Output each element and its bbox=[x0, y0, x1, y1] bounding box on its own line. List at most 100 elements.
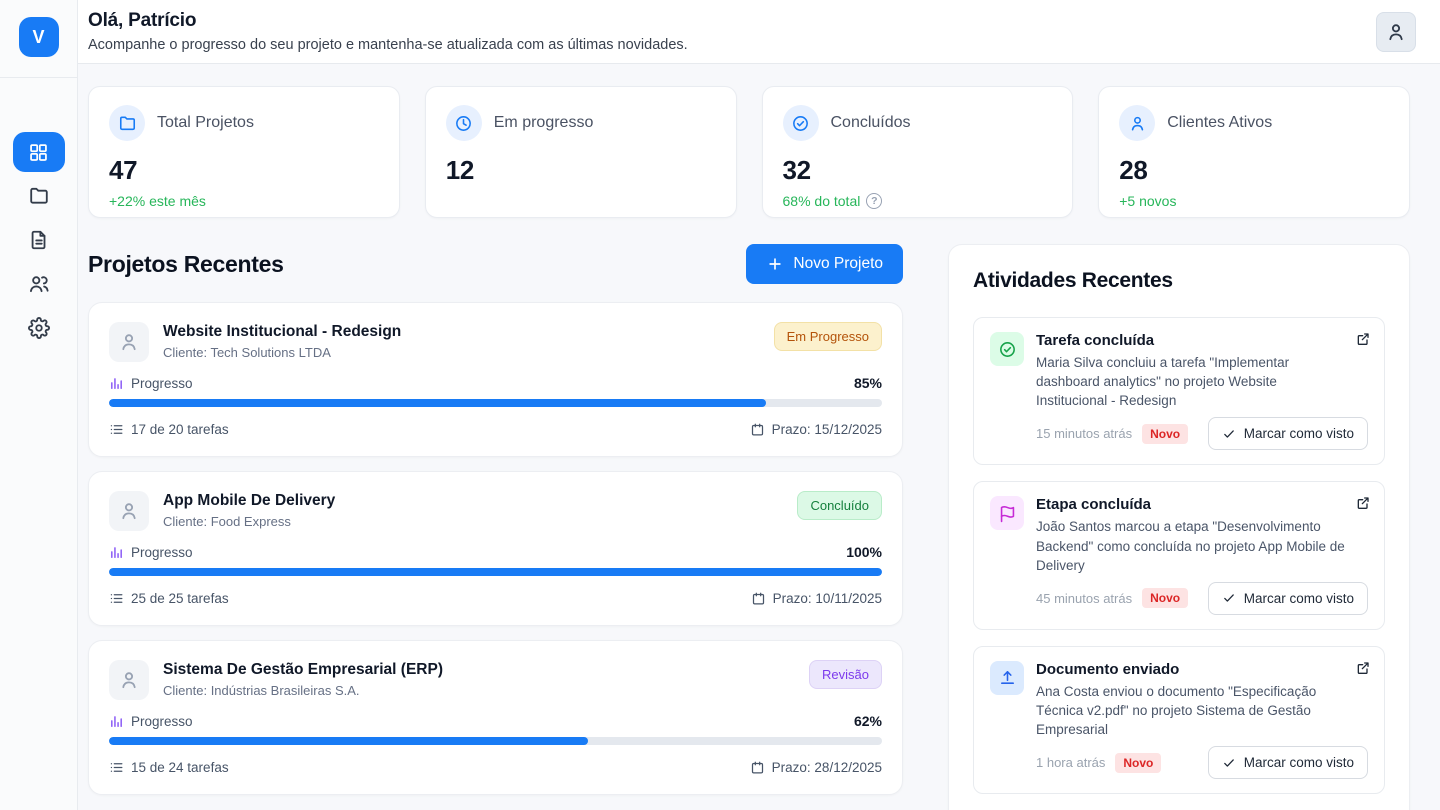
progress-label: Progresso bbox=[131, 714, 193, 729]
external-link-icon[interactable] bbox=[1355, 660, 1371, 676]
user-icon bbox=[118, 669, 140, 691]
calendar-icon bbox=[751, 591, 766, 606]
sidebar-item-clients[interactable] bbox=[13, 264, 65, 304]
projects-section: Projetos Recentes Novo Projeto Website I… bbox=[88, 244, 903, 809]
project-title: App Mobile De Delivery bbox=[163, 492, 783, 510]
project-card[interactable]: Sistema De Gestão Empresarial (ERP) Clie… bbox=[88, 640, 903, 795]
project-avatar bbox=[109, 660, 149, 700]
page-header: Olá, Patrício Acompanhe o progresso do s… bbox=[78, 0, 1440, 64]
user-icon bbox=[1385, 21, 1407, 43]
sidebar: V bbox=[0, 0, 78, 810]
activity-title: Tarefa concluída bbox=[1036, 332, 1368, 349]
folder-icon bbox=[109, 105, 145, 141]
greeting-title: Olá, Patrício bbox=[88, 10, 1416, 32]
stat-card-total-projects: Total Projetos 47 +22% este mês bbox=[88, 86, 400, 218]
activity-time: 15 minutos atrás bbox=[1036, 426, 1132, 441]
status-badge: Concluído bbox=[797, 491, 882, 520]
status-badge: Revisão bbox=[809, 660, 882, 689]
progress-label: Progresso bbox=[131, 545, 193, 560]
list-icon bbox=[109, 591, 124, 606]
stat-label: Total Projetos bbox=[157, 114, 254, 132]
tasks-count: 25 de 25 tarefas bbox=[131, 591, 229, 606]
activity-time: 45 minutos atrás bbox=[1036, 591, 1132, 606]
progress-label: Progresso bbox=[131, 376, 193, 391]
external-link-icon[interactable] bbox=[1355, 331, 1371, 347]
bar-chart-icon bbox=[109, 376, 124, 391]
new-project-button-label: Novo Projeto bbox=[793, 255, 883, 273]
sidebar-nav bbox=[0, 78, 77, 348]
activity-title: Etapa concluída bbox=[1036, 496, 1368, 513]
calendar-icon bbox=[750, 422, 765, 437]
list-icon bbox=[109, 422, 124, 437]
project-avatar bbox=[109, 491, 149, 531]
user-icon bbox=[118, 500, 140, 522]
activity-title: Documento enviado bbox=[1036, 661, 1368, 678]
new-project-button[interactable]: Novo Projeto bbox=[746, 244, 903, 284]
stat-card-in-progress: Em progresso 12 bbox=[425, 86, 737, 218]
project-card[interactable]: App Mobile De Delivery Cliente: Food Exp… bbox=[88, 471, 903, 626]
sidebar-logo-area: V bbox=[0, 0, 77, 78]
clock-icon bbox=[446, 105, 482, 141]
list-icon bbox=[109, 760, 124, 775]
plus-icon bbox=[766, 255, 784, 273]
grid-icon bbox=[28, 142, 49, 163]
project-client: Cliente: Food Express bbox=[163, 514, 783, 529]
mark-seen-button[interactable]: Marcar como visto bbox=[1208, 417, 1368, 450]
flag-icon bbox=[990, 496, 1024, 530]
user-avatar-button[interactable] bbox=[1376, 12, 1416, 52]
user-icon bbox=[118, 331, 140, 353]
status-badge: Em Progresso bbox=[774, 322, 882, 351]
new-badge: Novo bbox=[1115, 753, 1161, 773]
external-link-icon[interactable] bbox=[1355, 495, 1371, 511]
stat-card-active-clients: Clientes Ativos 28 +5 novos bbox=[1098, 86, 1410, 218]
check-icon bbox=[1222, 427, 1236, 441]
main-content: Total Projetos 47 +22% este mês Em progr… bbox=[78, 0, 1440, 810]
project-title: Sistema De Gestão Empresarial (ERP) bbox=[163, 661, 795, 679]
document-icon bbox=[28, 229, 50, 251]
greeting-subtitle: Acompanhe o progresso do seu projeto e m… bbox=[88, 37, 1416, 53]
progress-bar bbox=[109, 737, 882, 745]
folder-icon bbox=[28, 185, 50, 207]
check-icon bbox=[1222, 756, 1236, 770]
progress-bar bbox=[109, 568, 882, 576]
check-circle-icon bbox=[783, 105, 819, 141]
progress-percent: 62% bbox=[854, 713, 882, 729]
mark-seen-label: Marcar como visto bbox=[1244, 591, 1354, 606]
check-icon bbox=[1222, 591, 1236, 605]
sidebar-item-documents[interactable] bbox=[13, 220, 65, 260]
mark-seen-button[interactable]: Marcar como visto bbox=[1208, 582, 1368, 615]
stat-value: 12 bbox=[446, 155, 716, 186]
mark-seen-button[interactable]: Marcar como visto bbox=[1208, 746, 1368, 779]
activity-description: Ana Costa enviou o documento "Especifica… bbox=[1036, 682, 1368, 739]
stats-row: Total Projetos 47 +22% este mês Em progr… bbox=[88, 86, 1410, 218]
users-icon bbox=[28, 273, 50, 295]
project-avatar bbox=[109, 322, 149, 362]
mark-seen-label: Marcar como visto bbox=[1244, 426, 1354, 441]
help-icon[interactable]: ? bbox=[866, 193, 882, 209]
recent-activities-panel: Atividades Recentes Tarefa concluída Mar… bbox=[948, 244, 1410, 810]
activity-item: Documento enviado Ana Costa enviou o doc… bbox=[973, 646, 1385, 794]
progress-bar bbox=[109, 399, 882, 407]
stat-value: 28 bbox=[1119, 155, 1389, 186]
stat-label: Concluídos bbox=[831, 114, 911, 132]
stat-subtext-label: 68% do total bbox=[783, 193, 861, 209]
progress-percent: 100% bbox=[846, 544, 882, 560]
bar-chart-icon bbox=[109, 545, 124, 560]
sidebar-item-projects[interactable] bbox=[13, 176, 65, 216]
project-card[interactable]: Website Institucional - Redesign Cliente… bbox=[88, 302, 903, 457]
activity-time: 1 hora atrás bbox=[1036, 755, 1105, 770]
new-badge: Novo bbox=[1142, 588, 1188, 608]
progress-percent: 85% bbox=[854, 375, 882, 391]
stat-subtext: +5 novos bbox=[1119, 193, 1389, 209]
deadline: Prazo: 10/11/2025 bbox=[773, 591, 882, 606]
sidebar-item-settings[interactable] bbox=[13, 308, 65, 348]
check-circle-icon bbox=[990, 332, 1024, 366]
sidebar-item-dashboard[interactable] bbox=[13, 132, 65, 172]
tasks-count: 17 de 20 tarefas bbox=[131, 422, 229, 437]
mark-seen-label: Marcar como visto bbox=[1244, 755, 1354, 770]
stat-subtext: +22% este mês bbox=[109, 193, 379, 209]
project-title: Website Institucional - Redesign bbox=[163, 323, 760, 341]
stat-label: Em progresso bbox=[494, 114, 594, 132]
app-logo: V bbox=[19, 17, 59, 57]
projects-section-title: Projetos Recentes bbox=[88, 251, 284, 278]
